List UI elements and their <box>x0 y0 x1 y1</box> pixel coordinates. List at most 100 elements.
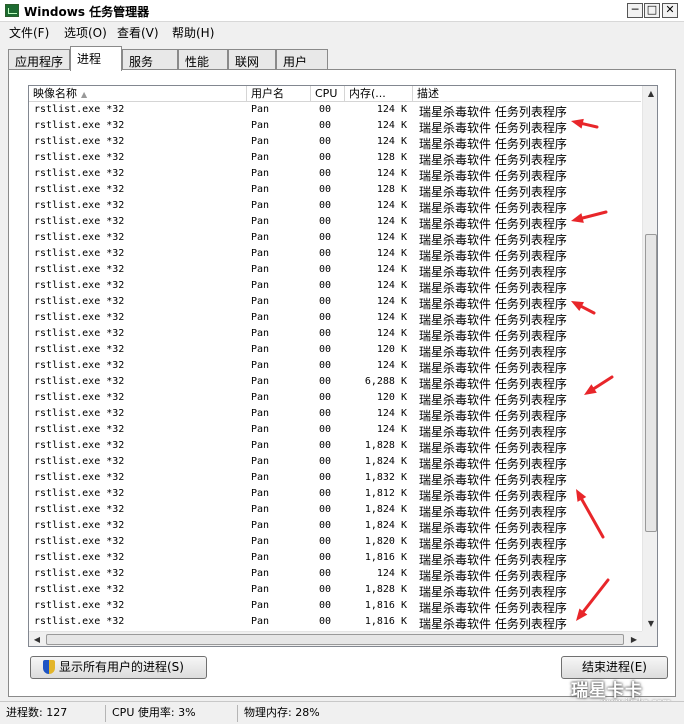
cell-memory: 124 K <box>376 328 407 339</box>
table-row[interactable]: rstlist.exe *32 Pan 00 1,824 K 瑞星杀毒软件 任务列表程序 <box>29 503 641 519</box>
table-row[interactable]: rstlist.exe *32 Pan 00 124 K 瑞星杀毒软件 任务列表程序 <box>29 119 641 135</box>
cell-description: 瑞星杀毒软件 任务列表程序 <box>419 153 567 167</box>
cell-cpu: 00 <box>319 520 332 531</box>
table-row[interactable]: rstlist.exe *32 Pan 00 124 K 瑞星杀毒软件 任务列表程序 <box>29 359 641 375</box>
cell-user: Pan <box>251 376 270 387</box>
table-row[interactable]: rstlist.exe *32 Pan 00 1,820 K 瑞星杀毒软件 任务列表程序 <box>29 535 641 551</box>
table-row[interactable]: rstlist.exe *32 Pan 00 1,816 K 瑞星杀毒软件 任务列表程序 <box>29 599 641 615</box>
table-row[interactable]: rstlist.exe *32 Pan 00 128 K 瑞星杀毒软件 任务列表程序 <box>29 151 641 167</box>
table-row[interactable]: rstlist.exe *32 Pan 00 124 K 瑞星杀毒软件 任务列表程序 <box>29 247 641 263</box>
menu-view[interactable]: 查看(V) <box>117 24 159 41</box>
cell-description: 瑞星杀毒软件 任务列表程序 <box>419 345 567 359</box>
tab-users[interactable]: 用户 <box>276 49 328 70</box>
cell-memory: 128 K <box>376 152 407 163</box>
table-row[interactable]: rstlist.exe *32 Pan 00 1,828 K 瑞星杀毒软件 任务列表程序 <box>29 439 641 455</box>
horizontal-scroll-thumb[interactable] <box>46 634 624 645</box>
table-row[interactable]: rstlist.exe *32 Pan 00 124 K 瑞星杀毒软件 任务列表程序 <box>29 407 641 423</box>
cell-cpu: 00 <box>319 568 332 579</box>
menu-bar: 文件(F) 选项(O) 查看(V) 帮助(H) <box>0 22 684 42</box>
cell-cpu: 00 <box>319 584 332 595</box>
table-row[interactable]: rstlist.exe *32 Pan 00 120 K 瑞星杀毒软件 任务列表程序 <box>29 391 641 407</box>
cell-description: 瑞星杀毒软件 任务列表程序 <box>419 393 567 407</box>
cell-image-name: rstlist.exe *32 <box>34 136 125 147</box>
table-row[interactable]: rstlist.exe *32 Pan 00 1,832 K 瑞星杀毒软件 任务列表程序 <box>29 471 641 487</box>
table-row[interactable]: rstlist.exe *32 Pan 00 124 K 瑞星杀毒软件 任务列表程序 <box>29 231 641 247</box>
tab-processes[interactable]: 进程 <box>70 46 122 71</box>
tab-applications[interactable]: 应用程序 <box>8 49 70 70</box>
task-manager-icon <box>5 4 19 17</box>
cell-description: 瑞星杀毒软件 任务列表程序 <box>419 409 567 423</box>
cell-memory: 1,820 K <box>364 536 407 547</box>
cell-memory: 6,288 K <box>364 376 407 387</box>
cell-description: 瑞星杀毒软件 任务列表程序 <box>419 313 567 327</box>
cell-memory: 1,824 K <box>364 456 407 467</box>
column-cpu[interactable]: CPU <box>311 86 345 102</box>
table-row[interactable]: rstlist.exe *32 Pan 00 124 K 瑞星杀毒软件 任务列表程序 <box>29 167 641 183</box>
table-row[interactable]: rstlist.exe *32 Pan 00 124 K 瑞星杀毒软件 任务列表程序 <box>29 279 641 295</box>
close-button[interactable]: ✕ <box>662 3 678 18</box>
tab-services[interactable]: 服务 <box>122 49 178 70</box>
cell-image-name: rstlist.exe *32 <box>34 216 125 227</box>
column-description[interactable]: 描述 <box>413 86 641 102</box>
menu-options[interactable]: 选项(O) <box>64 24 107 41</box>
table-row[interactable]: rstlist.exe *32 Pan 00 124 K 瑞星杀毒软件 任务列表程序 <box>29 567 641 583</box>
cell-description: 瑞星杀毒软件 任务列表程序 <box>419 457 567 471</box>
column-memory[interactable]: 内存(... <box>345 86 413 102</box>
scroll-down-icon[interactable]: ▼ <box>643 616 657 631</box>
scroll-corner <box>642 631 657 646</box>
table-row[interactable]: rstlist.exe *32 Pan 00 124 K 瑞星杀毒软件 任务列表程序 <box>29 135 641 151</box>
cell-cpu: 00 <box>319 456 332 467</box>
table-row[interactable]: rstlist.exe *32 Pan 00 6,288 K 瑞星杀毒软件 任务列表程序 <box>29 375 641 391</box>
vertical-scrollbar[interactable]: ▲ ▼ <box>642 86 657 631</box>
table-row[interactable]: rstlist.exe *32 Pan 00 124 K 瑞星杀毒软件 任务列表程序 <box>29 423 641 439</box>
table-row[interactable]: rstlist.exe *32 Pan 00 124 K 瑞星杀毒软件 任务列表程序 <box>29 263 641 279</box>
process-list[interactable]: 映像名称 ▲ 用户名 CPU 内存(... 描述 rstlist.exe *32 P… <box>28 85 658 647</box>
cell-description: 瑞星杀毒软件 任务列表程序 <box>419 569 567 583</box>
table-row[interactable]: rstlist.exe *32 Pan 00 124 K 瑞星杀毒软件 任务列表程序 <box>29 215 641 231</box>
column-image-name[interactable]: 映像名称 ▲ <box>29 86 247 102</box>
table-row[interactable]: rstlist.exe *32 Pan 00 128 K 瑞星杀毒软件 任务列表程序 <box>29 183 641 199</box>
show-all-users-button[interactable]: 显示所有用户的进程(S) <box>30 656 207 679</box>
cell-description: 瑞星杀毒软件 任务列表程序 <box>419 137 567 151</box>
table-row[interactable]: rstlist.exe *32 Pan 00 1,816 K 瑞星杀毒软件 任务列表程序 <box>29 615 641 631</box>
table-row[interactable]: rstlist.exe *32 Pan 00 124 K 瑞星杀毒软件 任务列表程序 <box>29 311 641 327</box>
uac-shield-icon <box>43 660 55 674</box>
tab-performance[interactable]: 性能 <box>178 49 228 70</box>
cell-image-name: rstlist.exe *32 <box>34 312 125 323</box>
vertical-scroll-thumb[interactable] <box>645 234 657 532</box>
scroll-right-icon[interactable]: ▶ <box>626 632 642 646</box>
table-row[interactable]: rstlist.exe *32 Pan 00 1,824 K 瑞星杀毒软件 任务列表程序 <box>29 519 641 535</box>
cell-user: Pan <box>251 152 270 163</box>
minimize-button[interactable]: ─ <box>627 3 643 18</box>
cell-cpu: 00 <box>319 552 332 563</box>
column-user[interactable]: 用户名 <box>247 86 311 102</box>
cell-memory: 1,828 K <box>364 440 407 451</box>
menu-help[interactable]: 帮助(H) <box>172 24 214 41</box>
table-row[interactable]: rstlist.exe *32 Pan 00 120 K 瑞星杀毒软件 任务列表程序 <box>29 343 641 359</box>
cell-image-name: rstlist.exe *32 <box>34 104 125 115</box>
cell-cpu: 00 <box>319 264 332 275</box>
cell-image-name: rstlist.exe *32 <box>34 520 125 531</box>
table-row[interactable]: rstlist.exe *32 Pan 00 124 K 瑞星杀毒软件 任务列表程序 <box>29 295 641 311</box>
scroll-left-icon[interactable]: ◀ <box>29 632 45 646</box>
scroll-up-icon[interactable]: ▲ <box>643 86 657 101</box>
table-row[interactable]: rstlist.exe *32 Pan 00 1,816 K 瑞星杀毒软件 任务列表程序 <box>29 551 641 567</box>
menu-file[interactable]: 文件(F) <box>9 24 49 41</box>
cell-memory: 1,812 K <box>364 488 407 499</box>
table-row[interactable]: rstlist.exe *32 Pan 00 1,812 K 瑞星杀毒软件 任务列表程序 <box>29 487 641 503</box>
horizontal-scrollbar[interactable]: ◀ ▶ <box>29 631 642 646</box>
table-row[interactable]: rstlist.exe *32 Pan 00 1,828 K 瑞星杀毒软件 任务列表程序 <box>29 583 641 599</box>
tab-networking[interactable]: 联网 <box>228 49 276 70</box>
cell-image-name: rstlist.exe *32 <box>34 344 125 355</box>
cell-description: 瑞星杀毒软件 任务列表程序 <box>419 281 567 295</box>
cell-memory: 124 K <box>376 568 407 579</box>
cell-memory: 1,816 K <box>364 552 407 563</box>
table-row[interactable]: rstlist.exe *32 Pan 00 124 K 瑞星杀毒软件 任务列表程序 <box>29 103 641 119</box>
table-row[interactable]: rstlist.exe *32 Pan 00 1,824 K 瑞星杀毒软件 任务列表程序 <box>29 455 641 471</box>
status-physical-memory: 物理内存: 28% <box>244 706 320 719</box>
cell-user: Pan <box>251 200 270 211</box>
table-row[interactable]: rstlist.exe *32 Pan 00 124 K 瑞星杀毒软件 任务列表程序 <box>29 327 641 343</box>
maximize-button[interactable]: □ <box>644 3 660 18</box>
table-row[interactable]: rstlist.exe *32 Pan 00 124 K 瑞星杀毒软件 任务列表程序 <box>29 199 641 215</box>
cell-cpu: 00 <box>319 168 332 179</box>
